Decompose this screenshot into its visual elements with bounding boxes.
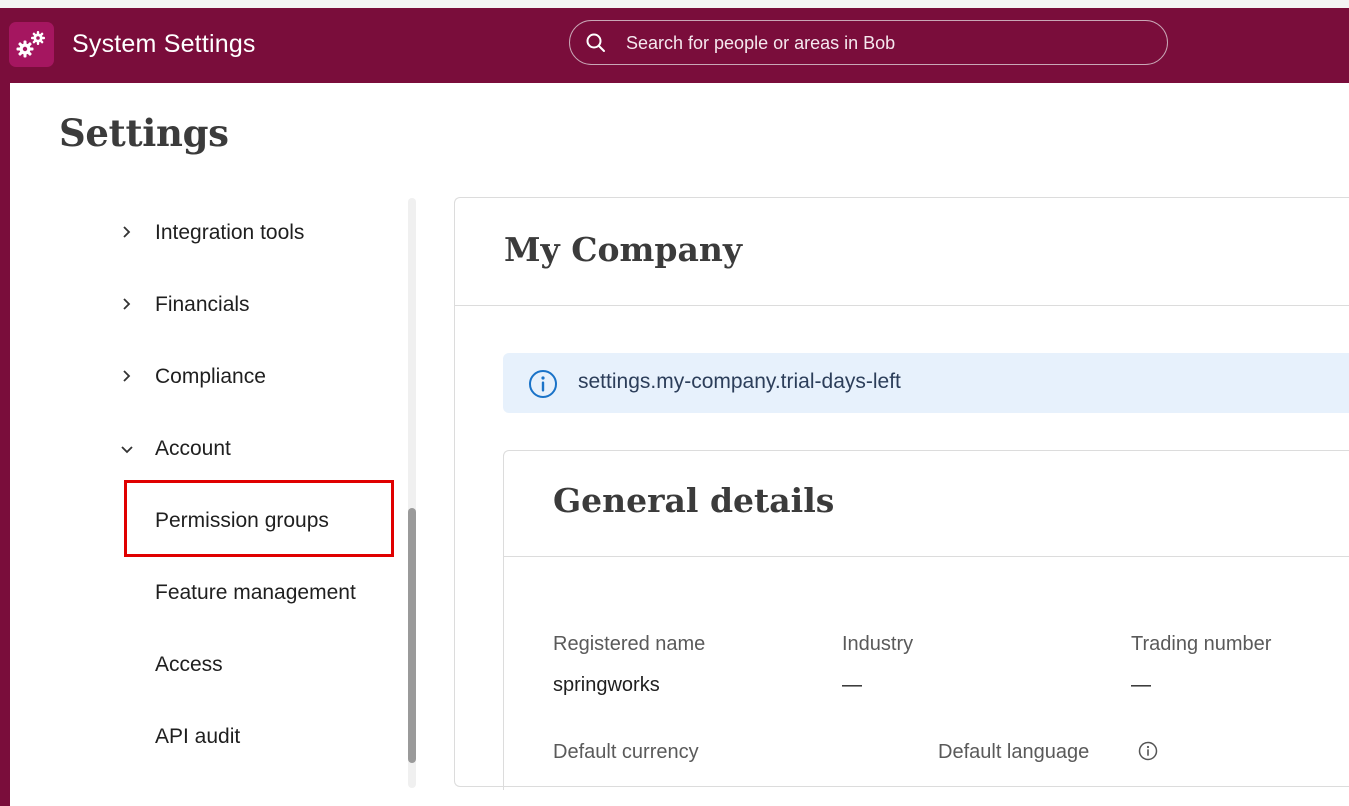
- app-header: System Settings: [0, 8, 1349, 83]
- field-value-registered-name: springworks: [553, 674, 660, 696]
- my-company-card: My Company settings.my-company.trial-day…: [454, 197, 1349, 790]
- sidebar-item-label: Financials: [155, 293, 250, 316]
- app-title: System Settings: [72, 30, 256, 58]
- browser-top-strip: [0, 0, 1349, 8]
- chevron-right-icon: [123, 298, 131, 310]
- field-label-default-currency: Default currency: [553, 741, 699, 763]
- field-label-industry: Industry: [842, 633, 914, 655]
- field-value-trading-number: —: [1131, 674, 1151, 696]
- chevron-down-icon: [121, 446, 133, 454]
- page-title: Settings: [59, 111, 229, 155]
- sidebar-subitem-feature-management[interactable]: Feature management: [155, 581, 356, 605]
- sidebar-item-label: Account: [155, 437, 231, 460]
- divider: [504, 556, 1349, 557]
- trial-banner: settings.my-company.trial-days-left: [503, 353, 1349, 413]
- search-input[interactable]: [624, 21, 1148, 66]
- banner-text: settings.my-company.trial-days-left: [578, 370, 901, 393]
- card-title: My Company: [504, 230, 743, 269]
- sidebar-item-label: Integration tools: [155, 221, 305, 244]
- search-box[interactable]: [569, 20, 1168, 66]
- section-title: General details: [553, 481, 835, 520]
- sidebar-subitem-api-audit[interactable]: API audit: [155, 725, 240, 749]
- search-icon: [586, 33, 605, 52]
- gears-icon[interactable]: [9, 22, 54, 67]
- field-label-registered-name: Registered name: [553, 633, 706, 655]
- info-icon[interactable]: [1138, 741, 1158, 761]
- sidebar-item-label: Compliance: [155, 365, 266, 388]
- field-label-default-language: Default language: [938, 741, 1090, 763]
- info-icon: [529, 370, 557, 398]
- divider: [455, 305, 1349, 306]
- left-frame-border: [0, 83, 10, 806]
- chevron-right-icon: [123, 370, 131, 382]
- chevron-right-icon: [123, 226, 131, 238]
- highlight-box: [124, 480, 394, 557]
- field-label-trading-number: Trading number: [1131, 633, 1272, 655]
- content-area: Settings Integration tools Financials Co…: [10, 83, 1349, 806]
- sidebar-subitem-access[interactable]: Access: [155, 653, 223, 677]
- field-value-industry: —: [842, 674, 862, 696]
- sidebar-scrollbar-thumb[interactable]: [408, 508, 416, 763]
- general-details-card: General details Registered name springwo…: [503, 450, 1349, 790]
